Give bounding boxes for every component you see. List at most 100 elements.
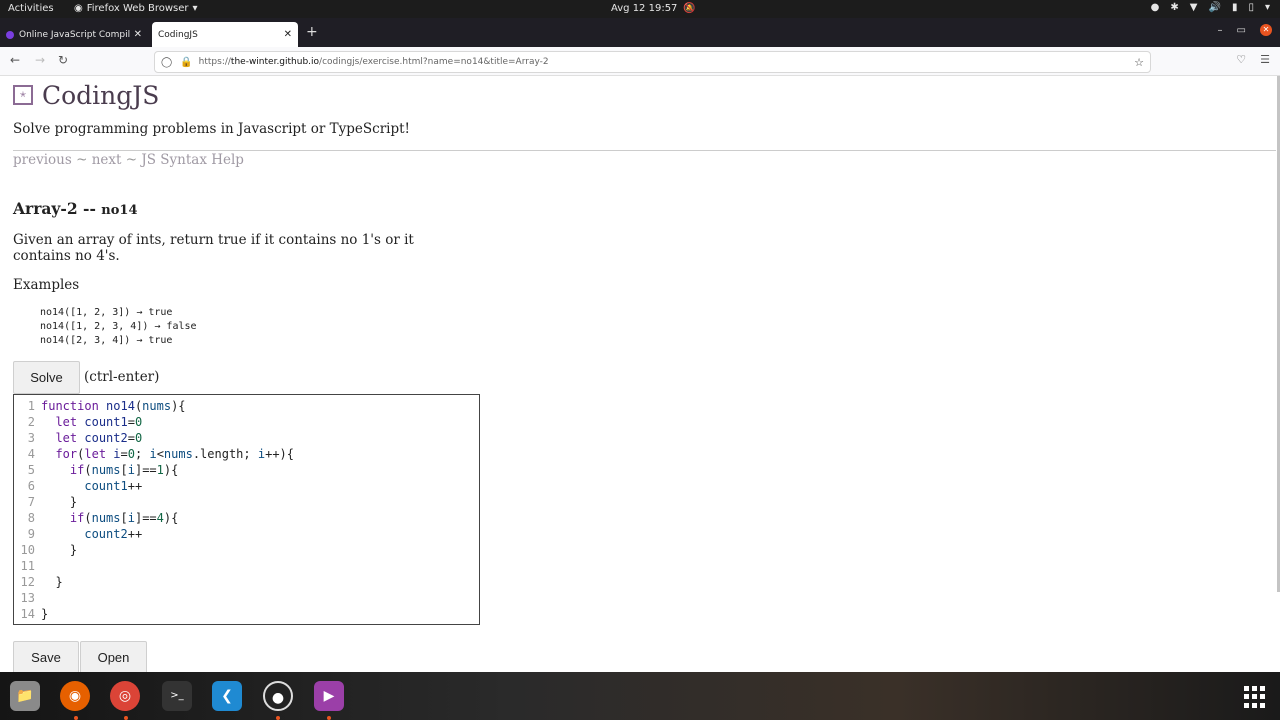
line-number: 7 — [27, 495, 35, 509]
system-top-bar: Activities ◉ Firefox Web Browser ▾ Avg 1… — [0, 0, 1280, 18]
line-number: 12 — [20, 575, 35, 589]
minimize-icon[interactable]: – — [1218, 25, 1223, 36]
close-tab-icon[interactable]: ✕ — [134, 29, 142, 40]
line-number: 8 — [27, 511, 35, 525]
chevron-down-icon: ▾ — [1264, 2, 1270, 13]
code-line: for(let i=0; i<nums.length; i++){ — [55, 447, 294, 461]
line-number: 1 — [27, 399, 35, 413]
code-line: } — [41, 543, 78, 557]
shortcut-hint: (ctrl-enter) — [84, 369, 160, 385]
system-tray[interactable]: ● ✱ ▼ 🔊 ▮ ▯ ▾ — [1151, 2, 1270, 13]
window-controls: – ▭ ✕ — [1218, 24, 1272, 36]
hamburger-menu-icon[interactable]: ☰ — [1260, 53, 1270, 66]
tagline: Solve programming problems in Javascript… — [13, 121, 410, 137]
js-syntax-help-link[interactable]: JS Syntax Help — [141, 152, 244, 168]
line-number: 4 — [27, 447, 35, 461]
line-number: 3 — [27, 431, 35, 445]
code-line: if(nums[i]==1){ — [69, 463, 179, 477]
solve-button[interactable]: Solve — [13, 361, 80, 394]
lock-icon[interactable]: 🔒 — [180, 57, 192, 68]
line-number: 6 — [27, 479, 35, 493]
wifi-icon: ▼ — [1189, 2, 1198, 13]
new-tab-button[interactable]: + — [306, 24, 318, 40]
maximize-icon[interactable]: ▭ — [1237, 25, 1246, 36]
tab-online-javascript-compiler[interactable]: Online JavaScript Compil ✕ — [0, 22, 148, 47]
close-tab-icon[interactable]: ✕ — [284, 29, 292, 40]
tab-bar: Online JavaScript Compil ✕ CodingJS ✕ — [0, 18, 1280, 47]
vscode-icon[interactable]: ❮ — [212, 681, 242, 711]
files-icon[interactable]: 📁 — [10, 681, 40, 711]
app-menu[interactable]: ◉ Firefox Web Browser ▾ — [74, 3, 198, 14]
forward-icon[interactable]: → — [35, 53, 45, 67]
running-indicator — [327, 716, 331, 720]
code-line: if(nums[i]==4){ — [69, 511, 179, 525]
line-number: 2 — [27, 415, 35, 429]
url-prefix: https:// — [198, 57, 231, 67]
code-line: count1++ — [84, 479, 143, 493]
bluetooth-icon: ✱ — [1170, 2, 1179, 13]
problem-title: Array-2 -- no14 — [13, 199, 138, 218]
next-link[interactable]: next — [92, 152, 122, 168]
problem-description: Given an array of ints, return true if i… — [13, 232, 414, 264]
volume-icon: 🔊 — [1208, 2, 1221, 13]
close-window-icon[interactable]: ✕ — [1260, 24, 1272, 36]
code-line: let count1=0 — [55, 415, 143, 429]
url-host: the-winter.github.io — [230, 57, 320, 67]
previous-link[interactable]: previous — [13, 152, 72, 168]
running-indicator — [276, 716, 280, 720]
terminal-icon[interactable]: >_ — [162, 681, 192, 711]
problem-name: no14 — [101, 203, 138, 218]
line-number: 13 — [20, 591, 35, 605]
battery-icon: ▯ — [1248, 2, 1254, 13]
divider — [13, 150, 1276, 151]
example-line: no14([1, 2, 3, 4]) → false — [40, 321, 197, 332]
firefox-icon[interactable]: ◉ — [60, 681, 90, 711]
line-number: 14 — [20, 607, 35, 621]
code-line: } — [41, 495, 78, 509]
code-line: count2++ — [84, 527, 143, 541]
activities-button[interactable]: Activities — [8, 3, 54, 14]
firefox-icon: ◉ — [74, 3, 83, 14]
tracking-protection-icon[interactable]: ◯ — [161, 57, 172, 68]
dock: 📁 ◉ ◎ >_ ❮ ● ▶ — [0, 672, 1280, 720]
examples-heading: Examples — [13, 277, 80, 293]
open-button[interactable]: Open — [80, 641, 147, 672]
save-button[interactable]: Save — [13, 641, 79, 672]
chevron-down-icon: ▾ — [192, 3, 198, 14]
app-menu-label: Firefox Web Browser — [86, 3, 189, 14]
nav-separator: ~ — [71, 152, 92, 168]
reload-icon[interactable]: ↻ — [58, 53, 68, 67]
running-indicator — [74, 716, 78, 720]
obs-icon[interactable]: ● — [263, 681, 293, 711]
pocket-icon[interactable]: ♡ — [1236, 53, 1246, 66]
microphone-icon: ▮ — [1231, 2, 1238, 13]
notifications-muted-icon: 🔕 — [683, 3, 696, 14]
example-line: no14([2, 3, 4]) → true — [40, 335, 173, 346]
running-indicator — [124, 716, 128, 720]
video-player-icon[interactable]: ▶ — [314, 681, 344, 711]
codingjs-logo-icon: ✭ — [13, 85, 33, 105]
problem-category: Array-2 -- — [13, 199, 102, 218]
exercise-nav: previous ~ next ~ JS Syntax Help — [13, 152, 244, 168]
bookmark-star-icon[interactable]: ☆ — [1134, 56, 1144, 69]
line-number: 9 — [27, 527, 35, 541]
code-line: function no14(nums){ — [41, 399, 186, 413]
clock-label: Avg 12 19:57 — [611, 3, 678, 14]
tab-label: Online JavaScript Compil — [19, 29, 131, 40]
code-line: } — [41, 607, 49, 621]
tab-codingjs[interactable]: CodingJS ✕ — [152, 22, 298, 47]
chrome-icon[interactable]: ◎ — [110, 681, 140, 711]
clock[interactable]: Avg 12 19:57 🔕 — [611, 3, 696, 14]
code-line: let count2=0 — [55, 431, 143, 445]
tab-label: CodingJS — [158, 29, 198, 40]
chrome-tray-icon: ● — [1150, 2, 1160, 13]
show-applications-icon[interactable] — [1244, 686, 1266, 708]
site-title: CodingJS — [42, 81, 160, 110]
line-number: 11 — [20, 559, 35, 573]
line-number: 5 — [27, 463, 35, 477]
back-icon[interactable]: ← — [10, 53, 20, 67]
code-editor[interactable]: 1 2 3 4 5 6 7 8 9 10 11 12 13 14 functio… — [13, 394, 480, 625]
nav-separator: ~ — [121, 152, 142, 168]
address-bar[interactable]: ◯ 🔒 https://the-winter.github.io/codingj… — [154, 51, 1151, 73]
navigation-toolbar: ← → ↻ ◯ 🔒 https://the-winter.github.io/c… — [0, 47, 1280, 76]
